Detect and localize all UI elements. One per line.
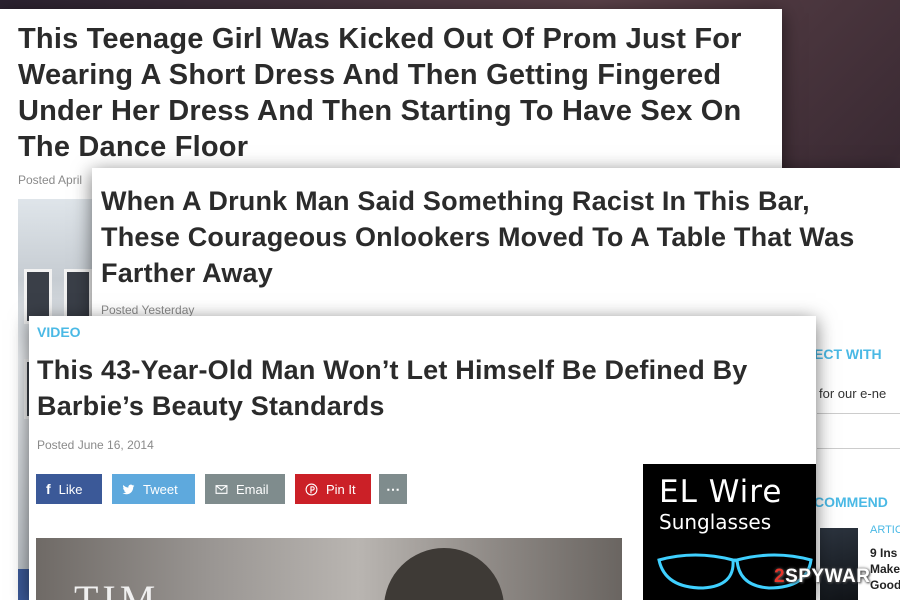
recommended-tag: ARTIC xyxy=(870,524,900,536)
watermark-logo: 2SPYWAR xyxy=(774,566,871,587)
ad-subtitle: Sunglasses xyxy=(659,510,772,534)
recommended-title-line[interactable]: Good xyxy=(870,577,900,593)
more-icon: ⋯ xyxy=(386,481,400,497)
like-label: Like xyxy=(58,481,83,497)
post-date: Posted Yesterday xyxy=(101,303,195,317)
article-headline[interactable]: This Teenage Girl Was Kicked Out Of Prom… xyxy=(18,21,778,165)
post-date: Posted April xyxy=(18,173,83,187)
pinterest-icon xyxy=(305,483,318,495)
like-button[interactable]: f Like xyxy=(36,474,102,504)
recommended-thumbnail[interactable] xyxy=(820,528,858,600)
post-date: Posted June 16, 2014 xyxy=(37,438,154,452)
pin-it-button[interactable]: Pin It xyxy=(295,474,371,504)
pin-it-label: Pin It xyxy=(326,481,356,497)
article-video-thumbnail[interactable]: TIM xyxy=(36,538,622,600)
recommended-title-line[interactable]: 9 Ins xyxy=(870,545,897,561)
magazine-title: TIM xyxy=(74,577,160,600)
ad-title: EL Wire xyxy=(659,474,783,510)
article-card-barbie: VIDEO This 43-Year-Old Man Won’t Let Him… xyxy=(29,316,816,600)
email-button[interactable]: Email xyxy=(205,474,285,504)
video-tag[interactable]: VIDEO xyxy=(37,324,81,340)
recommended-heading: COMMEND xyxy=(814,494,888,510)
connect-heading: ECT WITH xyxy=(814,346,882,362)
twitter-icon xyxy=(122,484,135,494)
article-headline[interactable]: This 43-Year-Old Man Won’t Let Himself B… xyxy=(37,352,816,424)
newsletter-text: for our e-ne xyxy=(819,386,887,401)
tweet-label: Tweet xyxy=(143,481,178,497)
recommended-title-line[interactable]: Make xyxy=(870,561,900,577)
article-headline[interactable]: When A Drunk Man Said Something Racist I… xyxy=(101,183,896,291)
facebook-icon: f xyxy=(46,481,51,497)
tweet-button[interactable]: Tweet xyxy=(112,474,195,504)
email-icon xyxy=(215,484,228,494)
more-share-button[interactable]: ⋯ xyxy=(379,474,407,504)
person-head xyxy=(384,548,504,600)
email-label: Email xyxy=(236,481,269,497)
newsletter-input[interactable] xyxy=(817,413,900,449)
